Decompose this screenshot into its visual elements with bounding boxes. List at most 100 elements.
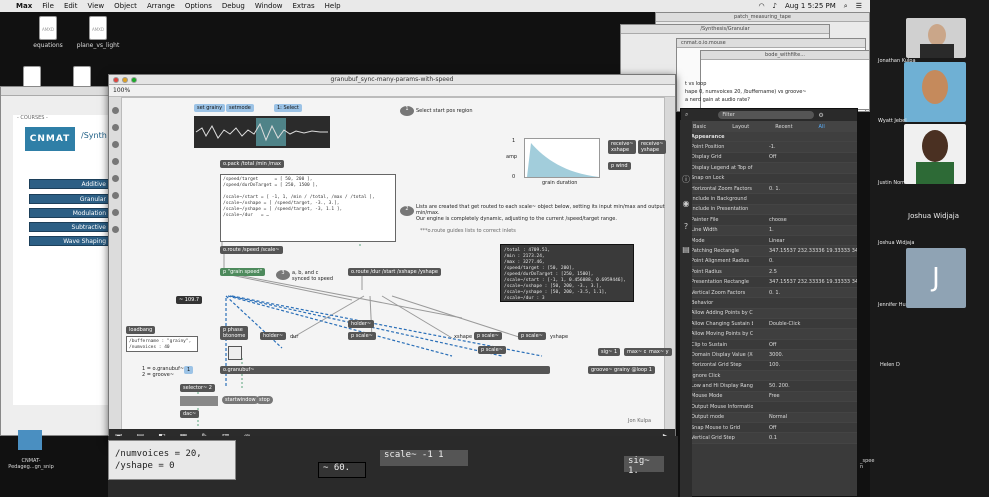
inspector-row[interactable]: Horizontal Grid Step 100. bbox=[681, 361, 857, 371]
scale-object-1[interactable]: p scale~ bbox=[348, 332, 376, 340]
cnmat-file-icon[interactable] bbox=[18, 430, 42, 450]
menu-file[interactable]: File bbox=[42, 2, 54, 10]
inspector-row[interactable]: Mouse Mode Free bbox=[681, 391, 857, 403]
inspector-row[interactable]: Output mode Normal bbox=[681, 412, 857, 423]
inspector-row[interactable]: Point Position -1. bbox=[681, 142, 857, 153]
mode-number[interactable]: 1 bbox=[184, 366, 194, 374]
inspector-row[interactable]: Output Mouse Information bbox=[681, 402, 857, 413]
inspector-row-value[interactable]: -1. bbox=[753, 144, 857, 150]
inspector-row-value[interactable]: Normal bbox=[753, 414, 857, 420]
tab-basic[interactable]: Basic bbox=[693, 124, 706, 130]
inspector-row[interactable]: Allow Adding Points by Clicking bbox=[681, 308, 857, 320]
inspector-row-value[interactable]: 2.5 bbox=[753, 269, 857, 275]
patch-canvas[interactable]: set grainy setmode 1: Select o.pack /tot… bbox=[121, 97, 672, 431]
search-icon[interactable] bbox=[111, 124, 119, 131]
inspector-row[interactable]: Low and Hi Display Range (Y-Axis)50. 200… bbox=[681, 381, 857, 392]
startwindow-msg[interactable]: startwindow bbox=[222, 396, 259, 404]
course-button-additive[interactable]: Additive bbox=[29, 179, 113, 189]
inspector-row-value[interactable]: 0.1 bbox=[753, 435, 857, 441]
menu-arrange[interactable]: Arrange bbox=[147, 2, 175, 10]
groove-object[interactable]: groove~ grainy @loop 1 bbox=[588, 366, 655, 374]
list-icon[interactable] bbox=[111, 209, 119, 216]
course-button-granular[interactable]: Granular bbox=[29, 194, 113, 204]
cnmat-launcher-window[interactable]: - COURSES - CNMAT /Synth Additive Granul… bbox=[0, 86, 113, 436]
course-button-modulation[interactable]: Modulation bbox=[29, 208, 113, 218]
inspector-row[interactable]: Line Width 1. bbox=[681, 225, 857, 236]
zoomed-scale-object[interactable]: scale~ -1 1 bbox=[380, 450, 468, 466]
menu-window[interactable]: Window bbox=[255, 2, 283, 10]
inspector-row-value[interactable]: Free bbox=[753, 393, 857, 399]
bg-window-subpatch[interactable]: bode_withfilte... t vs loop hape 0, numv… bbox=[685, 50, 870, 110]
inspector-row-value[interactable]: 347.15537 232.33336 19.33333 34.38333 bbox=[753, 279, 857, 285]
scale-object-3[interactable]: p scale~ bbox=[518, 332, 546, 340]
inspector-row[interactable]: Clip to Sustain Off bbox=[681, 340, 857, 351]
inspector-row[interactable]: Allow Moving Points by Clickin... bbox=[681, 329, 857, 340]
oroute-object[interactable]: o.route /speed /scale~ bbox=[220, 246, 283, 254]
inspector-row[interactable]: Point Radius 2.5 bbox=[681, 267, 857, 278]
paperclip-icon[interactable] bbox=[111, 175, 119, 182]
menu-debug[interactable]: Debug bbox=[222, 2, 245, 10]
inspector-row-value[interactable]: 50. 200. bbox=[753, 383, 857, 389]
zoomed-codebox[interactable]: /numvoices = 20, /yshape = 0 bbox=[108, 440, 236, 480]
minimize-button[interactable] bbox=[122, 77, 128, 83]
inspector-row[interactable]: Presentation Rectangle 347.15537 232.3333… bbox=[681, 277, 857, 288]
phase-patcher[interactable]: p phase btonome bbox=[220, 326, 249, 340]
selector-object[interactable]: selector~ 2 bbox=[180, 384, 215, 392]
course-button-subtractive[interactable]: Subtractive bbox=[29, 222, 113, 232]
setmode-msg[interactable]: setmode bbox=[226, 104, 254, 112]
loadbang-object[interactable]: loadbang bbox=[126, 326, 156, 334]
inspector-row[interactable]: Painter File choose bbox=[681, 215, 857, 226]
scale-object-4[interactable]: p scale~ bbox=[478, 346, 506, 354]
tab-all[interactable]: All bbox=[819, 124, 825, 130]
menu-options[interactable]: Options bbox=[185, 2, 212, 10]
speed-number[interactable]: ~ 109.7 bbox=[176, 296, 203, 304]
volume-icon[interactable]: ♪ bbox=[773, 2, 777, 11]
holder-object[interactable]: holder~ bbox=[348, 320, 375, 328]
window-titlebar[interactable]: granubuf_sync-many-params-with-speed bbox=[109, 75, 675, 85]
inspector-row-value[interactable]: Double-Click bbox=[753, 321, 857, 327]
menu-help[interactable]: Help bbox=[325, 2, 341, 10]
opack-object[interactable]: o.pack /total /min /max bbox=[220, 160, 285, 168]
gain-slider[interactable] bbox=[180, 396, 218, 406]
inspector-row-value[interactable]: 347.15537 232.33336 19.33333 34.38333 bbox=[753, 248, 857, 254]
dac-object[interactable]: dac~ bbox=[180, 410, 200, 418]
layers-icon[interactable] bbox=[111, 226, 119, 233]
menu-object[interactable]: Object bbox=[114, 2, 137, 10]
inspector-icon[interactable]: ◉ bbox=[680, 199, 692, 208]
inspector-row-value[interactable]: Off bbox=[753, 425, 857, 431]
select-umenu[interactable]: 1: Select bbox=[274, 104, 302, 112]
menu-edit[interactable]: Edit bbox=[64, 2, 78, 10]
inspector-row[interactable]: Include in Background bbox=[681, 194, 857, 205]
inspector-row[interactable]: Patching Rectangle 347.15537 232.33336 19… bbox=[681, 246, 857, 257]
function-envelope[interactable] bbox=[524, 138, 600, 178]
grid-icon[interactable] bbox=[111, 141, 119, 148]
notification-icon[interactable]: ☰ bbox=[856, 2, 862, 11]
console-icon[interactable]: ▤ bbox=[680, 245, 692, 254]
buffer-codebox[interactable]: /buffername : "grainy", /numvoices : 40 bbox=[126, 336, 198, 352]
inspector-row[interactable]: Vertical Grid Step 0.1 bbox=[681, 433, 857, 444]
inspector-row-value[interactable]: Off bbox=[753, 342, 857, 348]
set-grainy-msg[interactable]: set grainy bbox=[194, 104, 226, 112]
o-expr-codebox[interactable]: /speed/target = [ 50, 200 ], /speed/durD… bbox=[220, 174, 396, 242]
ogranubuf-object[interactable]: o.granubuf~ bbox=[220, 366, 550, 374]
menu-app-name[interactable]: Max bbox=[16, 2, 32, 10]
inspector-row[interactable]: Display Grid Off bbox=[681, 153, 857, 164]
tab-layout[interactable]: Layout bbox=[732, 124, 749, 130]
inspector-row-value[interactable]: choose bbox=[753, 217, 857, 223]
inspector-row[interactable]: Domain Display Value (X-Axis)3000. bbox=[681, 350, 857, 361]
image-icon[interactable] bbox=[111, 158, 119, 165]
desktop-file-plane[interactable]: AMXD plane_vs_light bbox=[68, 16, 128, 49]
inspector-row[interactable]: Include in Presentation bbox=[681, 204, 857, 216]
inspector-row-value[interactable]: 0. 1. bbox=[753, 186, 857, 192]
inspector-row-value[interactable]: 0. 1. bbox=[753, 290, 857, 296]
inspector-row[interactable]: Display Legend at Top of Object bbox=[681, 163, 857, 174]
inspector-row-value[interactable]: 1. bbox=[753, 227, 857, 233]
tab-recent[interactable]: Recent bbox=[775, 124, 792, 130]
inspector-row-value[interactable]: Off bbox=[753, 154, 857, 160]
inspector-row-value[interactable]: 0. bbox=[753, 258, 857, 264]
menu-extras[interactable]: Extras bbox=[293, 2, 315, 10]
zoomed-number[interactable]: ~ 60. bbox=[318, 462, 366, 478]
sig-object[interactable]: sig~ 1 bbox=[598, 348, 621, 356]
scale-object-2[interactable]: p scale~ bbox=[474, 332, 502, 340]
inspector-row-value[interactable]: 3000. bbox=[753, 352, 857, 358]
